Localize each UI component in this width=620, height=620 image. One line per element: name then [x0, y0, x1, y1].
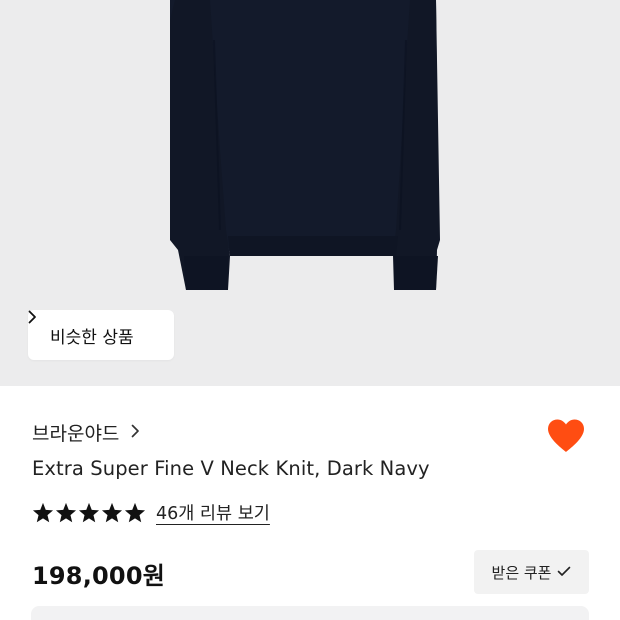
- heart-icon: [548, 419, 584, 452]
- star-icon: [55, 502, 77, 522]
- brand-name: 브라운야드: [32, 422, 120, 445]
- reviews-link[interactable]: 46개 리뷰 보기: [156, 500, 270, 525]
- coupon-label: 받은 쿠폰: [491, 563, 552, 582]
- wishlist-button[interactable]: [544, 414, 588, 458]
- similar-products-button[interactable]: 비슷한 상품: [28, 310, 174, 360]
- product-price: 198,000원: [32, 562, 165, 590]
- received-coupon-button[interactable]: 받은 쿠폰: [474, 550, 589, 594]
- rating-row: 46개 리뷰 보기: [32, 498, 270, 526]
- product-title: Extra Super Fine V Neck Knit, Dark Navy: [32, 457, 430, 480]
- product-image[interactable]: 비슷한 상품: [0, 0, 620, 386]
- info-panel: [31, 606, 589, 620]
- star-icon: [101, 502, 123, 522]
- similar-products-label: 비슷한 상품: [50, 327, 134, 348]
- check-icon: [557, 563, 571, 581]
- chevron-right-icon: [131, 421, 140, 443]
- star-icon: [124, 502, 146, 522]
- star-icon: [78, 502, 100, 522]
- brand-link[interactable]: 브라운야드: [32, 418, 140, 446]
- star-rating: [32, 502, 146, 523]
- star-icon: [32, 502, 54, 522]
